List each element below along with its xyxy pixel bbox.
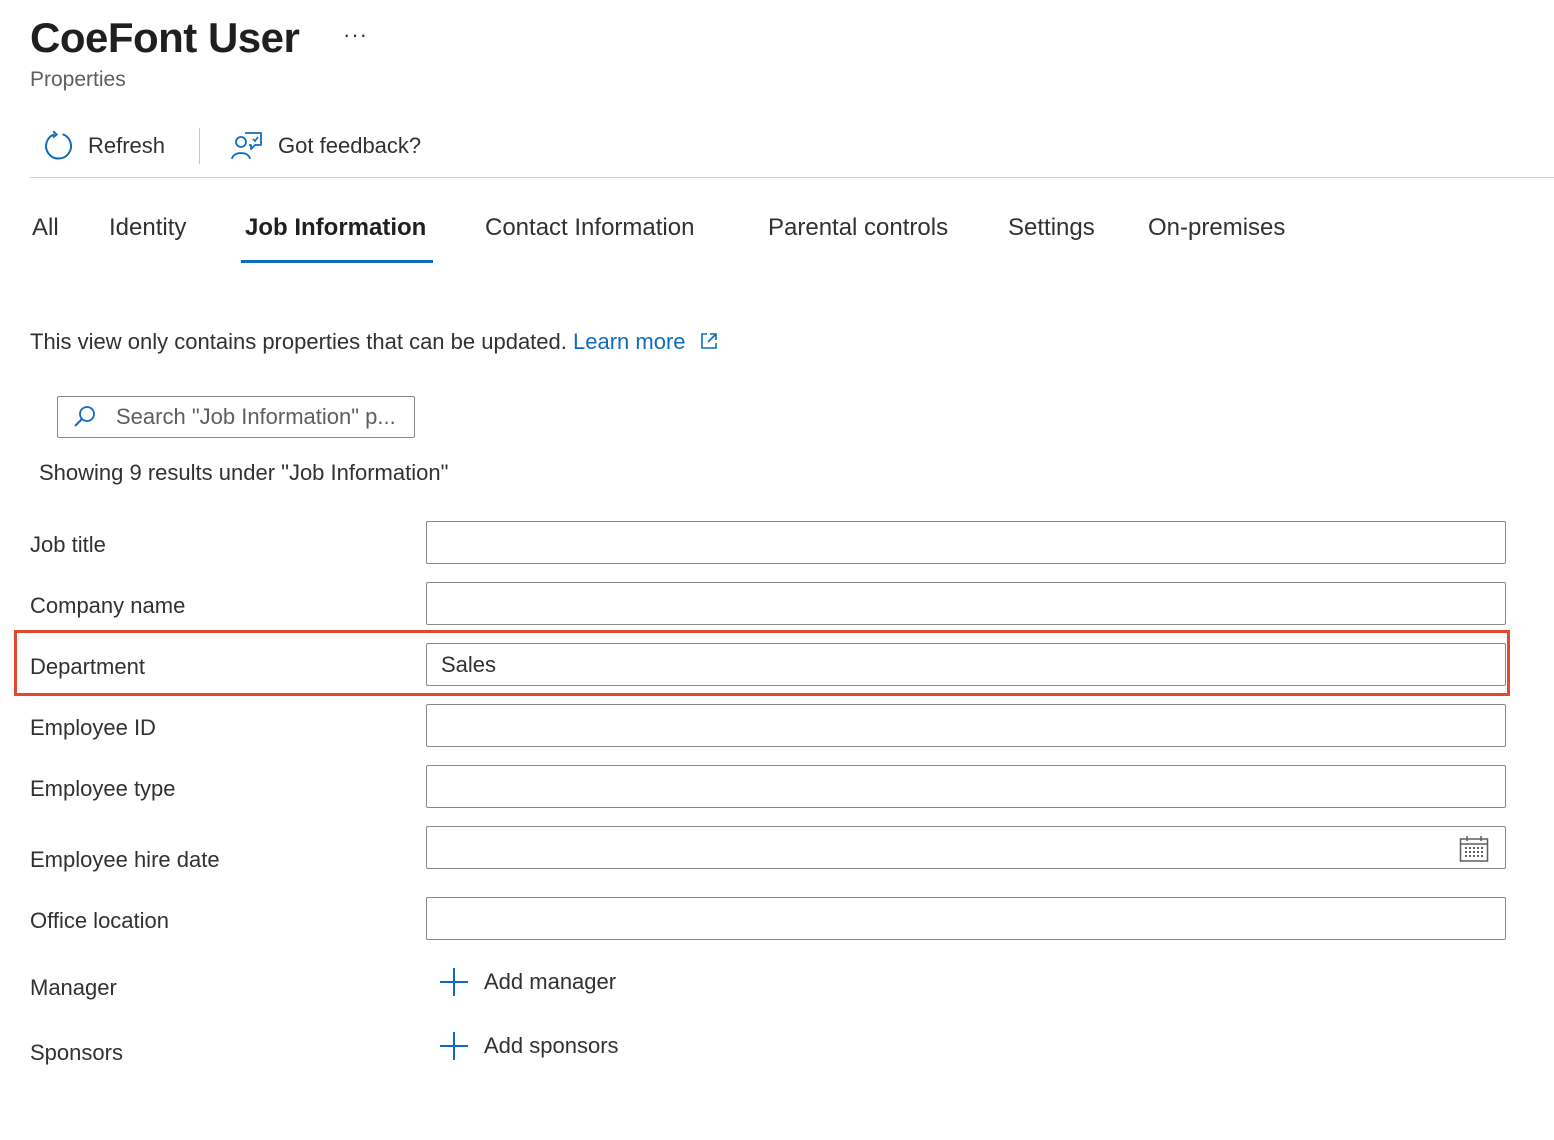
feedback-icon xyxy=(231,132,262,160)
tab-contact-information[interactable]: Contact Information xyxy=(485,214,694,242)
employee-type-input[interactable] xyxy=(427,766,1505,807)
add-sponsors-button[interactable]: Add sponsors xyxy=(438,1030,619,1062)
feedback-label: Got feedback? xyxy=(278,133,422,158)
refresh-label: Refresh xyxy=(88,133,166,158)
page-subtitle: Properties xyxy=(30,68,126,91)
company-name-field xyxy=(426,582,1506,625)
tab-parental-controls[interactable]: Parental controls xyxy=(768,214,948,242)
add-icon xyxy=(440,968,468,996)
employee-type-field xyxy=(426,765,1506,808)
employee-type-label: Employee type xyxy=(30,776,176,801)
header-divider xyxy=(30,177,1554,178)
office-location-input[interactable] xyxy=(427,898,1505,939)
department-label: Department xyxy=(30,654,145,679)
feedback-button[interactable]: Got feedback? xyxy=(218,120,433,172)
more-options-button[interactable]: ··· xyxy=(343,22,368,48)
tab-identity[interactable]: Identity xyxy=(109,214,186,242)
employee-hire-date-input[interactable] xyxy=(427,827,1505,868)
add-manager-button[interactable]: Add manager xyxy=(438,966,616,998)
add-manager-label: Add manager xyxy=(484,969,617,994)
learn-more-label: Learn more xyxy=(573,329,686,354)
manager-label: Manager xyxy=(30,975,117,1000)
toolbar-divider xyxy=(199,128,201,164)
employee-id-input[interactable] xyxy=(427,705,1505,746)
refresh-button[interactable]: Refresh xyxy=(30,120,177,172)
search-icon xyxy=(74,406,95,427)
office-location-field xyxy=(426,897,1506,940)
info-message: This view only contains properties that … xyxy=(30,329,718,355)
command-bar: Refresh Got feedback? xyxy=(30,118,433,174)
employee-hire-date-field xyxy=(426,826,1506,869)
job-title-field xyxy=(426,521,1506,564)
refresh-icon xyxy=(45,130,73,160)
department-input[interactable] xyxy=(427,644,1505,685)
tab-on-premises[interactable]: On-premises xyxy=(1148,214,1285,242)
info-text: This view only contains properties that … xyxy=(30,329,567,354)
active-tab-indicator xyxy=(241,260,433,263)
company-name-label: Company name xyxy=(30,593,186,618)
job-title-label: Job title xyxy=(30,532,106,557)
search-input[interactable] xyxy=(116,404,401,430)
results-count: Showing 9 results under "Job Information… xyxy=(39,460,449,485)
add-icon xyxy=(440,1032,468,1060)
page-title: CoeFont User xyxy=(30,14,300,61)
department-field xyxy=(426,643,1506,686)
external-link-icon xyxy=(700,333,717,349)
employee-hire-date-label: Employee hire date xyxy=(30,847,220,872)
employee-id-field xyxy=(426,704,1506,747)
add-sponsors-label: Add sponsors xyxy=(484,1033,619,1058)
tab-job-information[interactable]: Job Information xyxy=(245,214,426,242)
calendar-icon[interactable] xyxy=(1459,835,1489,863)
employee-id-label: Employee ID xyxy=(30,715,156,740)
tab-all[interactable]: All xyxy=(32,214,59,242)
search-box xyxy=(57,396,415,438)
tab-settings[interactable]: Settings xyxy=(1008,214,1095,242)
job-title-input[interactable] xyxy=(427,522,1505,563)
sponsors-label: Sponsors xyxy=(30,1040,123,1065)
company-name-input[interactable] xyxy=(427,583,1505,624)
learn-more-link[interactable]: Learn more xyxy=(573,329,718,354)
office-location-label: Office location xyxy=(30,908,170,933)
